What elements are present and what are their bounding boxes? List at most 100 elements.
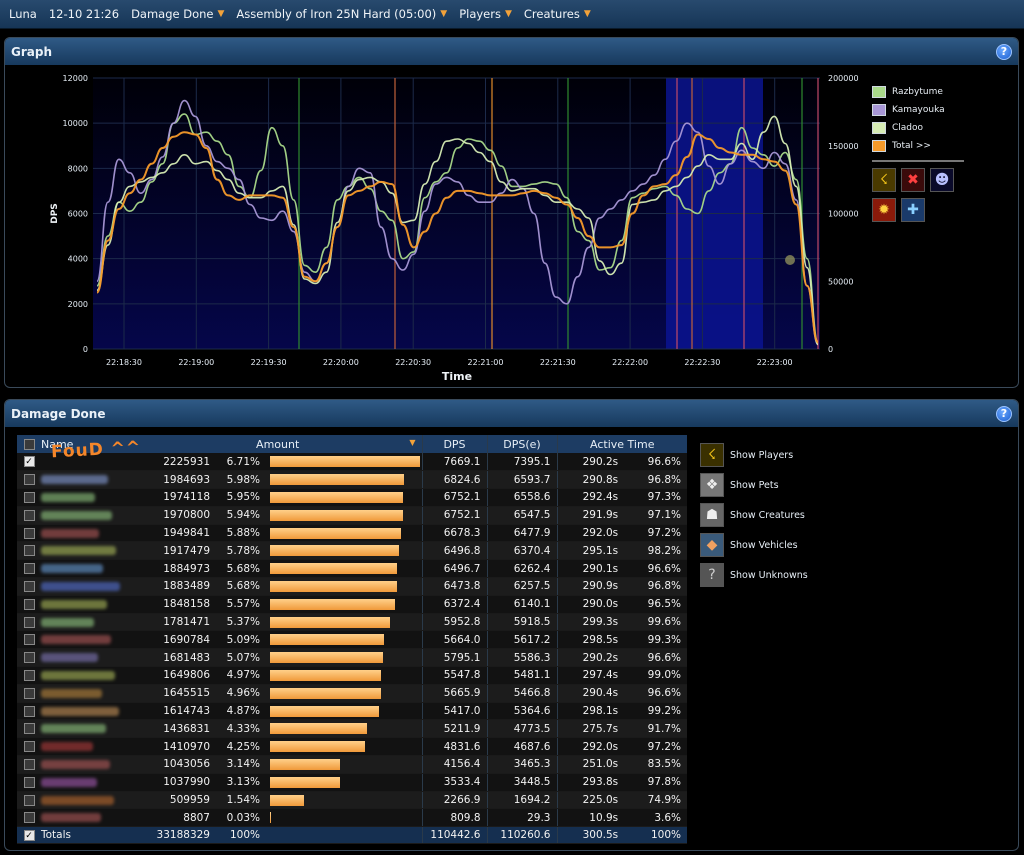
- amount-bar-cell: [266, 666, 422, 685]
- dpse-column-header[interactable]: DPS(e): [486, 435, 557, 453]
- row-checkbox[interactable]: [23, 491, 35, 503]
- dps-chart[interactable]: 0 2000 4000 6000 8000 10000 12000 0 50000 100000 1…: [5, 66, 870, 386]
- table-row[interactable]: 1436831 4.33% 5211.9 4773.5 275.7s 91.7%: [17, 719, 687, 739]
- legend-item[interactable]: Total >>: [872, 137, 967, 155]
- show-option-show-creatures[interactable]: ☗ Show Creatures: [700, 500, 808, 530]
- table-row[interactable]: 1037990 3.13% 3533.4 3448.5 293.8s 97.8%: [17, 773, 687, 792]
- table-row[interactable]: 1984693 5.98% 6824.6 6593.7 290.8s 96.8%: [17, 470, 687, 490]
- creatures-dropdown[interactable]: Creatures ▼: [524, 7, 591, 21]
- row-checkbox-cell[interactable]: [17, 595, 41, 614]
- table-row[interactable]: 509959 1.54% 2266.9 1694.2 225.0s 74.9%: [17, 791, 687, 810]
- table-row[interactable]: 1645515 4.96% 5665.9 5466.8 290.4s 96.6%: [17, 684, 687, 703]
- row-checkbox[interactable]: [23, 758, 35, 770]
- row-checkbox[interactable]: [23, 634, 35, 646]
- table-row[interactable]: 1649806 4.97% 5547.8 5481.1 297.4s 99.0%: [17, 666, 687, 685]
- fire-icon[interactable]: ✹: [872, 198, 896, 222]
- help-icon[interactable]: ?: [996, 43, 1012, 60]
- legend-item[interactable]: Cladoo: [872, 119, 967, 137]
- row-checkbox[interactable]: [23, 616, 35, 628]
- row-checkbox[interactable]: [23, 598, 35, 610]
- show-option-show-vehicles[interactable]: ◆ Show Vehicles: [700, 530, 808, 560]
- row-checkbox[interactable]: [23, 563, 35, 575]
- row-checkbox[interactable]: [23, 794, 35, 806]
- row-checkbox-cell[interactable]: [17, 488, 41, 507]
- row-checkbox-cell[interactable]: [17, 524, 41, 543]
- table-row[interactable]: 1690784 5.09% 5664.0 5617.2 298.5s 99.3%: [17, 630, 687, 650]
- row-checkbox-cell[interactable]: [17, 506, 41, 525]
- table-row[interactable]: 1410970 4.25% 4831.6 4687.6 292.0s 97.2%: [17, 737, 687, 757]
- skull-icon[interactable]: ☻: [930, 168, 954, 192]
- row-checkbox-cell[interactable]: [17, 755, 41, 774]
- row-checkbox[interactable]: [23, 669, 35, 681]
- row-checkbox[interactable]: [23, 776, 35, 788]
- table-row[interactable]: 1043056 3.14% 4156.4 3465.3 251.0s 83.5%: [17, 755, 687, 774]
- players-dropdown[interactable]: Players ▼: [459, 7, 512, 21]
- table-row[interactable]: 8807 0.03% 809.8 29.3 10.9s 3.6%: [17, 808, 687, 828]
- table-row[interactable]: 1848158 5.57% 6372.4 6140.1 290.0s 96.5%: [17, 595, 687, 614]
- table-row[interactable]: 1681483 5.07% 5795.1 5586.3 290.2s 96.6%: [17, 648, 687, 668]
- row-checkbox[interactable]: [23, 527, 35, 539]
- table-row[interactable]: 1781471 5.37% 5952.8 5918.5 299.3s 99.6%: [17, 613, 687, 632]
- row-checkbox-cell[interactable]: [17, 791, 41, 810]
- row-checkbox-cell[interactable]: [17, 773, 41, 792]
- row-checkbox-cell[interactable]: [17, 613, 41, 632]
- amount-bar: [270, 563, 397, 575]
- encounter-dropdown[interactable]: Assembly of Iron 25N Hard (05:00) ▼: [236, 7, 447, 21]
- amount-column-header[interactable]: Amount ▼: [146, 435, 422, 453]
- row-checkbox-cell[interactable]: [17, 630, 41, 650]
- dps-cell: 6824.6: [421, 470, 487, 490]
- table-row[interactable]: 1614743 4.87% 5417.0 5364.6 298.1s 99.2%: [17, 702, 687, 721]
- table-row[interactable]: 1884973 5.68% 6496.7 6262.4 290.1s 96.6%: [17, 559, 687, 579]
- lightning-icon[interactable]: ☇: [700, 443, 724, 467]
- table-row[interactable]: 1970800 5.94% 6752.1 6547.5 291.9s 97.1%: [17, 506, 687, 525]
- row-checkbox[interactable]: [23, 741, 35, 753]
- row-checkbox[interactable]: [23, 687, 35, 699]
- row-checkbox-cell[interactable]: [17, 541, 41, 561]
- table-row[interactable]: 1974118 5.95% 6752.1 6558.6 292.4s 97.3%: [17, 488, 687, 507]
- row-checkbox-cell[interactable]: [17, 470, 41, 490]
- row-checkbox-cell[interactable]: [17, 684, 41, 703]
- active-time-column-header[interactable]: Active Time: [556, 435, 687, 453]
- vehicle-icon[interactable]: ◆: [700, 533, 724, 557]
- row-checkbox[interactable]: [23, 652, 35, 664]
- totals-checkbox-cell[interactable]: ✓: [17, 826, 41, 845]
- row-checkbox-cell[interactable]: [17, 702, 41, 721]
- help-icon[interactable]: ?: [996, 405, 1012, 422]
- pet-icon[interactable]: ❖: [700, 473, 724, 497]
- row-checkbox[interactable]: [23, 509, 35, 521]
- show-option-show-unknowns[interactable]: ? Show Unknowns: [700, 560, 808, 590]
- percent-cell: 5.78%: [216, 541, 266, 561]
- row-checkbox[interactable]: [23, 723, 35, 735]
- row-checkbox[interactable]: [23, 580, 35, 592]
- mode-dropdown[interactable]: Damage Done ▼: [131, 7, 224, 21]
- row-checkbox[interactable]: [23, 705, 35, 717]
- dps-column-header[interactable]: DPS: [421, 435, 487, 453]
- legend-item[interactable]: Razbytume: [872, 83, 967, 101]
- show-option-show-pets[interactable]: ❖ Show Pets: [700, 470, 808, 500]
- row-checkbox-cell[interactable]: [17, 666, 41, 685]
- row-checkbox[interactable]: ✓: [23, 456, 35, 468]
- row-checkbox[interactable]: [23, 474, 35, 486]
- row-checkbox-cell[interactable]: [17, 808, 41, 828]
- question-icon[interactable]: ?: [700, 563, 724, 587]
- row-checkbox-cell[interactable]: ✓: [17, 453, 41, 472]
- creature-icon[interactable]: ☗: [700, 503, 724, 527]
- table-row[interactable]: 1917479 5.78% 6496.8 6370.4 295.1s 98.2%: [17, 541, 687, 561]
- select-all-header[interactable]: [17, 435, 41, 453]
- row-checkbox[interactable]: [23, 545, 35, 557]
- lightning-icon[interactable]: ☇: [872, 168, 896, 192]
- table-row[interactable]: 1949841 5.88% 6678.3 6477.9 292.0s 97.2%: [17, 524, 687, 543]
- row-checkbox-cell[interactable]: [17, 648, 41, 668]
- row-checkbox-cell[interactable]: [17, 719, 41, 739]
- row-checkbox-cell[interactable]: [17, 577, 41, 596]
- select-all-checkbox[interactable]: [23, 439, 35, 450]
- crossed-swords-icon[interactable]: ✖: [901, 168, 925, 192]
- row-checkbox[interactable]: [23, 812, 35, 824]
- show-option-show-players[interactable]: ☇ Show Players: [700, 440, 808, 470]
- totals-checkbox[interactable]: ✓: [23, 829, 35, 841]
- legend-item[interactable]: Kamayouka: [872, 101, 967, 119]
- row-checkbox-cell[interactable]: [17, 737, 41, 757]
- table-row[interactable]: 1883489 5.68% 6473.8 6257.5 290.9s 96.8%: [17, 577, 687, 596]
- row-checkbox-cell[interactable]: [17, 559, 41, 579]
- cross-icon[interactable]: ✚: [901, 198, 925, 222]
